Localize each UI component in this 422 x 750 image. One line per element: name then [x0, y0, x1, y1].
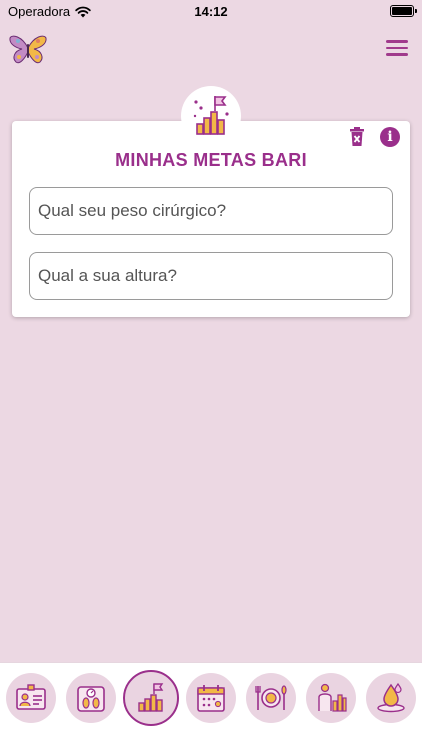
- menu-line: [386, 53, 408, 56]
- butterfly-icon: [9, 35, 47, 64]
- nav-item-progress[interactable]: [306, 673, 356, 723]
- bottom-nav: [0, 662, 422, 750]
- menu-button[interactable]: [386, 40, 408, 58]
- scale-icon: [77, 686, 105, 712]
- trash-icon[interactable]: [348, 127, 366, 147]
- info-button[interactable]: i: [380, 127, 400, 147]
- nav-item-id-card[interactable]: [6, 673, 56, 723]
- goal-badge: [181, 86, 241, 146]
- hydration-drop-icon: [377, 682, 405, 713]
- nav-item-scale[interactable]: [66, 673, 116, 723]
- card-actions: i: [348, 127, 400, 147]
- surgical-weight-input[interactable]: [29, 187, 393, 235]
- height-input[interactable]: [29, 252, 393, 300]
- card-title: MINHAS METAS BARI: [115, 150, 307, 170]
- nav-item-hydration[interactable]: [366, 673, 416, 723]
- battery-icon: [390, 5, 417, 17]
- nav-item-calendar[interactable]: [186, 673, 236, 723]
- status-time: 14:12: [194, 4, 228, 19]
- status-bar: Operadora 14:12: [0, 0, 422, 22]
- nav-item-meal[interactable]: [246, 673, 296, 723]
- menu-line: [386, 46, 408, 49]
- info-icon: i: [387, 129, 393, 145]
- meal-icon: [255, 685, 287, 710]
- nav-item-goals[interactable]: [123, 670, 179, 726]
- goal-bars-flag-icon: [193, 96, 229, 135]
- id-card-icon: [16, 684, 46, 710]
- goals-icon: [138, 683, 164, 712]
- hamburger-menu-icon: [386, 40, 408, 43]
- progress-person-icon: [318, 683, 347, 712]
- calendar-icon: [197, 685, 225, 712]
- goals-card: i MINHAS METAS BARI: [12, 121, 410, 317]
